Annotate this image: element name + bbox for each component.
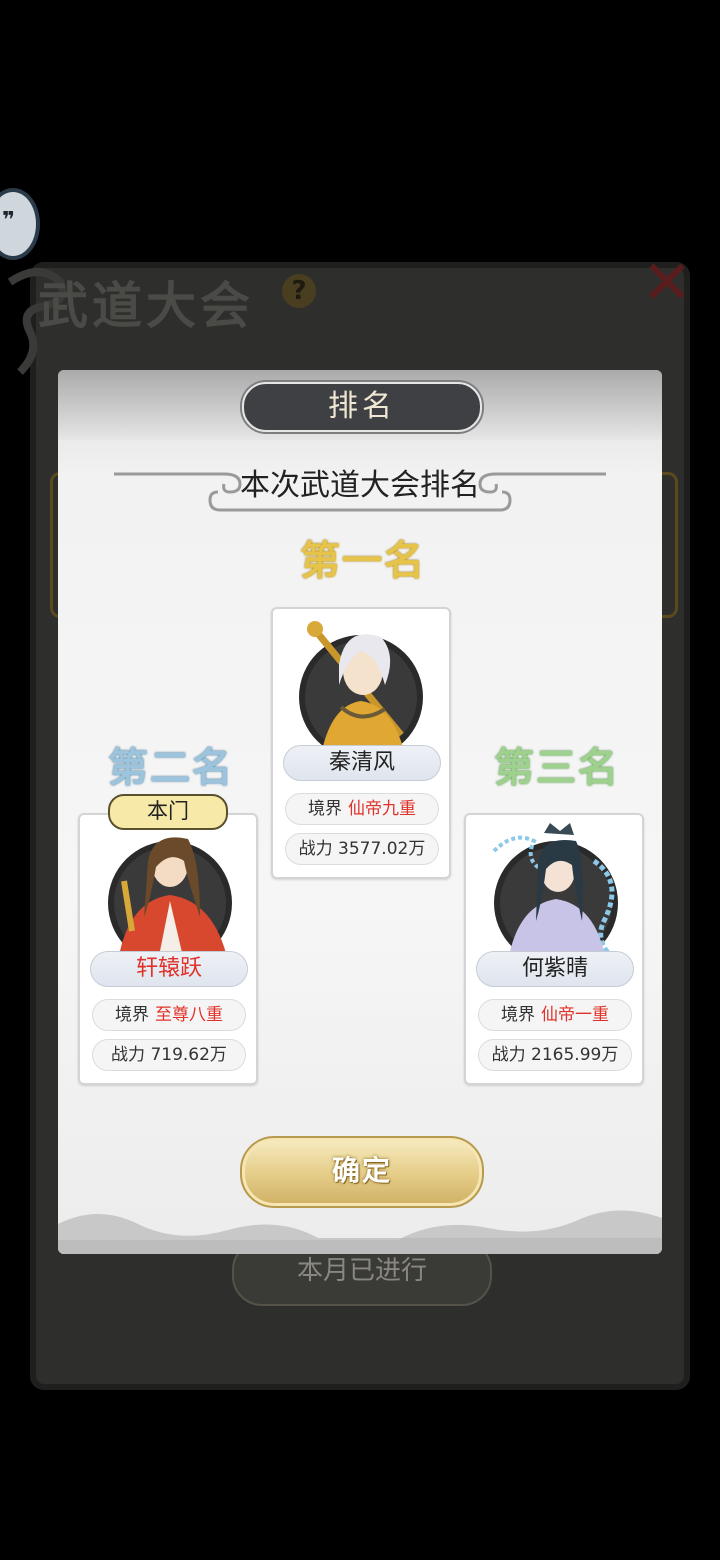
realm-label: 境界 bbox=[501, 1005, 535, 1025]
ranking-subtitle: 本次武道大会排名 bbox=[240, 468, 480, 503]
realm-pill: 境界 仙帝九重 bbox=[285, 793, 439, 825]
realm-value: 仙帝九重 bbox=[348, 799, 416, 819]
power-pill: 战力 2165.99万 bbox=[478, 1039, 632, 1071]
player-name: 秦清风 bbox=[283, 745, 441, 781]
realm-pill: 境界 至尊八重 bbox=[92, 999, 246, 1031]
realm-label: 境界 bbox=[308, 799, 342, 819]
power-value: 719.62万 bbox=[150, 1045, 227, 1065]
chat-dots-icon: ❞ bbox=[2, 208, 15, 233]
realm-value: 至尊八重 bbox=[155, 1005, 223, 1025]
own-sect-badge: 本门 bbox=[108, 794, 228, 830]
player-name: 轩辕跃 bbox=[90, 951, 248, 987]
event-title: 武道大会 bbox=[38, 276, 254, 335]
help-icon[interactable]: ? bbox=[282, 274, 316, 308]
realm-label: 境界 bbox=[115, 1005, 149, 1025]
power-label: 战力 bbox=[491, 1045, 526, 1065]
power-pill: 战力 719.62万 bbox=[92, 1039, 246, 1071]
rank-third-heading: 第三名 bbox=[494, 744, 620, 791]
portrait-lady-icon bbox=[492, 823, 618, 961]
rank-second-heading: 第二名 bbox=[108, 744, 234, 791]
realm-value: 仙帝一重 bbox=[541, 1005, 609, 1025]
portrait-swordsman-icon bbox=[299, 621, 423, 755]
subtitle-frame: 本次武道大会排名 bbox=[114, 464, 606, 520]
confirm-button[interactable]: 确定 bbox=[240, 1136, 484, 1208]
power-value: 3577.02万 bbox=[338, 839, 426, 859]
player-card-second[interactable]: 轩辕跃 境界 至尊八重 战力 719.62万 bbox=[78, 813, 258, 1085]
close-icon[interactable]: ✕ bbox=[640, 253, 694, 313]
realm-pill: 境界 仙帝一重 bbox=[478, 999, 632, 1031]
power-value: 2165.99万 bbox=[531, 1045, 619, 1065]
player-name: 何紫晴 bbox=[476, 951, 634, 987]
player-card-third[interactable]: 何紫晴 境界 仙帝一重 战力 2165.99万 bbox=[464, 813, 644, 1085]
power-label: 战力 bbox=[111, 1045, 146, 1065]
player-card-first[interactable]: 秦清风 境界 仙帝九重 战力 3577.02万 bbox=[271, 607, 451, 879]
portrait-red-robe-icon bbox=[108, 837, 232, 961]
power-pill: 战力 3577.02万 bbox=[285, 833, 439, 865]
rank-first-heading: 第一名 bbox=[300, 537, 426, 584]
power-label: 战力 bbox=[298, 839, 333, 859]
dialog-title: 排名 bbox=[242, 382, 482, 432]
